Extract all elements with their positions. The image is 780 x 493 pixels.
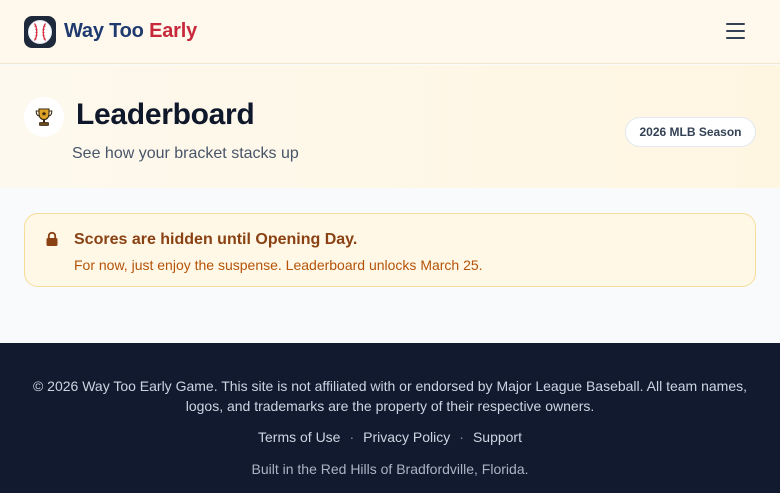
footer-separator: · [459,429,464,445]
page-subtitle: See how your bracket stacks up [72,145,299,162]
notice-title: Scores are hidden until Opening Day. [74,231,358,248]
notice-text: For now, just enjoy the suspense. Leader… [74,257,483,273]
footer-separator: · [349,429,355,445]
page-title: Leaderboard [76,98,255,131]
scores-hidden-notice: Scores are hidden until Opening Day. For… [24,213,756,287]
page-hero: Leaderboard See how your bracket stacks … [0,65,780,188]
privacy-policy-link[interactable]: Privacy Policy [363,429,450,445]
site-footer: © 2026 Way Too Early Game. This site is … [0,343,780,493]
footer-copyright: © 2026 Way Too Early Game. This site is … [32,378,748,414]
support-link[interactable]: Support [473,429,522,445]
lock-icon [44,231,60,247]
terms-of-use-link[interactable]: Terms of Use [258,429,340,445]
brand-name[interactable]: Way Too Early [64,20,197,43]
brand-part-way-too: Way Too [64,20,144,42]
footer-built-in: Built in the Red Hills of Bradfordville,… [251,461,529,477]
hamburger-icon[interactable] [726,23,746,41]
footer-links: Terms of Use · Privacy Policy · Support [0,429,780,445]
brand-part-early: Early [149,20,198,42]
season-badge: 2026 MLB Season [625,117,756,147]
trophy-icon [24,97,64,137]
site-header: Way Too Early [0,0,780,64]
baseball-icon[interactable] [24,15,56,48]
